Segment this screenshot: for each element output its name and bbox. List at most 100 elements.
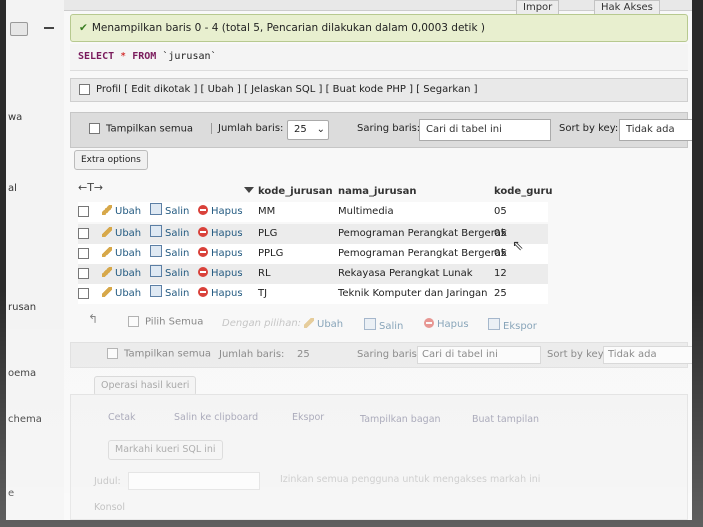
cell-kode[interactable]: PLG [258,224,277,244]
select-all-checkbox[interactable] [128,316,139,327]
share-bookmark-label[interactable]: Izinkan semua pengguna untuk mengakses m… [280,474,540,485]
bulk-delete-label: Hapus [437,319,469,330]
create-view-link[interactable]: Buat tampilan [472,414,539,425]
sql-table: `jurusan` [162,51,217,62]
console-toggle[interactable]: Konsol [94,502,125,513]
bottom-rows-value[interactable]: 25 [297,349,310,360]
with-selected-label: Dengan pilihan: [222,318,302,329]
edit-button[interactable]: Ubah [102,224,141,244]
copy-button[interactable]: Salin [150,264,189,284]
col-nama-jurusan[interactable]: nama_jurusan [338,186,416,197]
copy-button[interactable]: Salin [150,202,189,222]
filter-input[interactable]: Cari di tabel ini [419,119,551,141]
cell-nama[interactable]: Pemograman Perangkat Bergerak [338,244,507,264]
copy-label: Salin [165,248,190,259]
delete-button[interactable]: Hapus [198,224,243,244]
rows-select[interactable]: 25 ⌄ [287,120,329,140]
copy-icon [150,225,162,237]
sort-select[interactable]: Tidak ada [619,119,692,141]
copy-label: Salin [165,228,190,239]
edit-button[interactable]: Ubah [102,202,141,222]
edit-button[interactable]: Ubah [102,244,141,264]
print-link[interactable]: Cetak [108,412,136,423]
navigation-filter-bar: Tampilkan semua Jumlah baris: 25 ⌄ Sarin… [70,112,692,148]
delete-label: Hapus [211,268,243,279]
delete-label: Hapus [211,248,243,259]
delete-button[interactable]: Hapus [198,264,243,284]
col-kode-jurusan[interactable]: kode_jurusan [258,186,333,197]
edit-label: Ubah [115,268,142,279]
bulk-export-button[interactable]: Ekspor [488,318,537,332]
cell-guru[interactable]: 05 [494,224,507,244]
query-ops-button[interactable]: Operasi hasil kueri [94,376,197,396]
copy-icon [150,265,162,277]
copy-icon [150,203,162,215]
sql-query-box[interactable]: SELECT * FROM `jurusan` [70,44,688,71]
row-checkbox[interactable] [78,267,89,279]
bottom-sort-select[interactable]: Tidak ada [603,346,692,364]
bulk-copy-button[interactable]: Salin [364,318,403,332]
cell-guru[interactable]: 05 [494,244,507,264]
extra-options-button[interactable]: Extra options [74,150,148,170]
column-controls-icon[interactable]: ←T→ [78,181,103,194]
delete-icon [198,287,208,297]
check-icon: ✔ [79,22,88,34]
bulk-edit-button[interactable]: Ubah [304,318,343,330]
collapse-icon[interactable] [44,27,54,29]
delete-button[interactable]: Hapus [198,244,243,264]
cell-guru[interactable]: 12 [494,264,507,284]
bottom-show-all[interactable]: Tampilkan semua [107,348,211,360]
cell-nama[interactable]: Rekayasa Perangkat Lunak [338,264,473,284]
cell-nama[interactable]: Pemograman Perangkat Bergerak [338,224,507,244]
show-all-toggle[interactable]: Tampilkan semua [89,123,193,135]
bookmark-title-input[interactable] [128,472,260,490]
profil-checkbox[interactable] [79,83,90,95]
chart-link[interactable]: Tampilkan bagan [360,414,441,425]
bottom-filter-bar: Tampilkan semua Jumlah baris: 25 Saring … [70,342,692,368]
sidebar-item-2[interactable]: al [8,183,17,194]
cell-guru[interactable]: 05 [494,202,507,222]
edit-button[interactable]: Ubah [102,264,141,284]
copy-icon [150,245,162,257]
cell-kode[interactable]: PPLG [258,244,283,264]
cell-nama[interactable]: Multimedia [338,202,394,222]
main-content: Impor Hak Akses ✔ Menampilkan baris 0 - 4… [64,0,692,520]
sort-desc-icon[interactable] [244,187,254,193]
cell-kode[interactable]: RL [258,264,271,284]
bottom-filter-input[interactable]: Cari di tabel ini [417,346,541,364]
bulk-delete-button[interactable]: Hapus [424,318,469,330]
delete-button[interactable]: Hapus [198,202,243,222]
delete-icon [198,267,208,277]
copy-icon [150,285,162,297]
show-all-checkbox[interactable] [89,123,100,134]
sql-select: SELECT [78,51,115,62]
sql-star: * [120,51,127,62]
delete-icon [198,227,208,237]
copy-button[interactable]: Salin [150,224,189,244]
select-all-label: Pilih Semua [145,316,204,328]
row-checkbox[interactable] [78,205,89,217]
row-checkbox[interactable] [78,287,89,299]
delete-label: Hapus [211,206,243,217]
copy-label: Salin [165,268,190,279]
select-all-toggle[interactable]: Pilih Semua [128,316,203,328]
copy-clipboard-link[interactable]: Salin ke clipboard [174,412,258,423]
cell-kode[interactable]: MM [258,202,275,222]
export-link[interactable]: Ekspor [292,412,324,423]
row-checkbox[interactable] [78,227,89,239]
query-links[interactable]: Profil [ Edit dikotak ] [ Ubah ] [ Jelas… [96,84,478,95]
sidebar-item-5[interactable]: chema [8,414,42,425]
bookmark-button[interactable]: Markahi kueri SQL ini [108,440,223,460]
rows-label: Jumlah baris: [211,123,283,134]
sidebar-item-6[interactable]: e [8,488,14,499]
copy-button[interactable]: Salin [150,244,189,264]
col-kode-guru[interactable]: kode_guru [494,186,553,197]
row-checkbox[interactable] [78,247,89,259]
bottom-show-all-checkbox[interactable] [107,348,118,359]
sidebar-item-1[interactable]: wa [8,112,22,123]
bulk-export-label: Ekspor [503,321,537,332]
sidebar-item-4[interactable]: oema [8,368,36,379]
database-icon[interactable] [10,22,28,36]
sidebar-item-jurusan[interactable]: rusan [8,302,36,313]
bulk-copy-label: Salin [379,321,404,332]
